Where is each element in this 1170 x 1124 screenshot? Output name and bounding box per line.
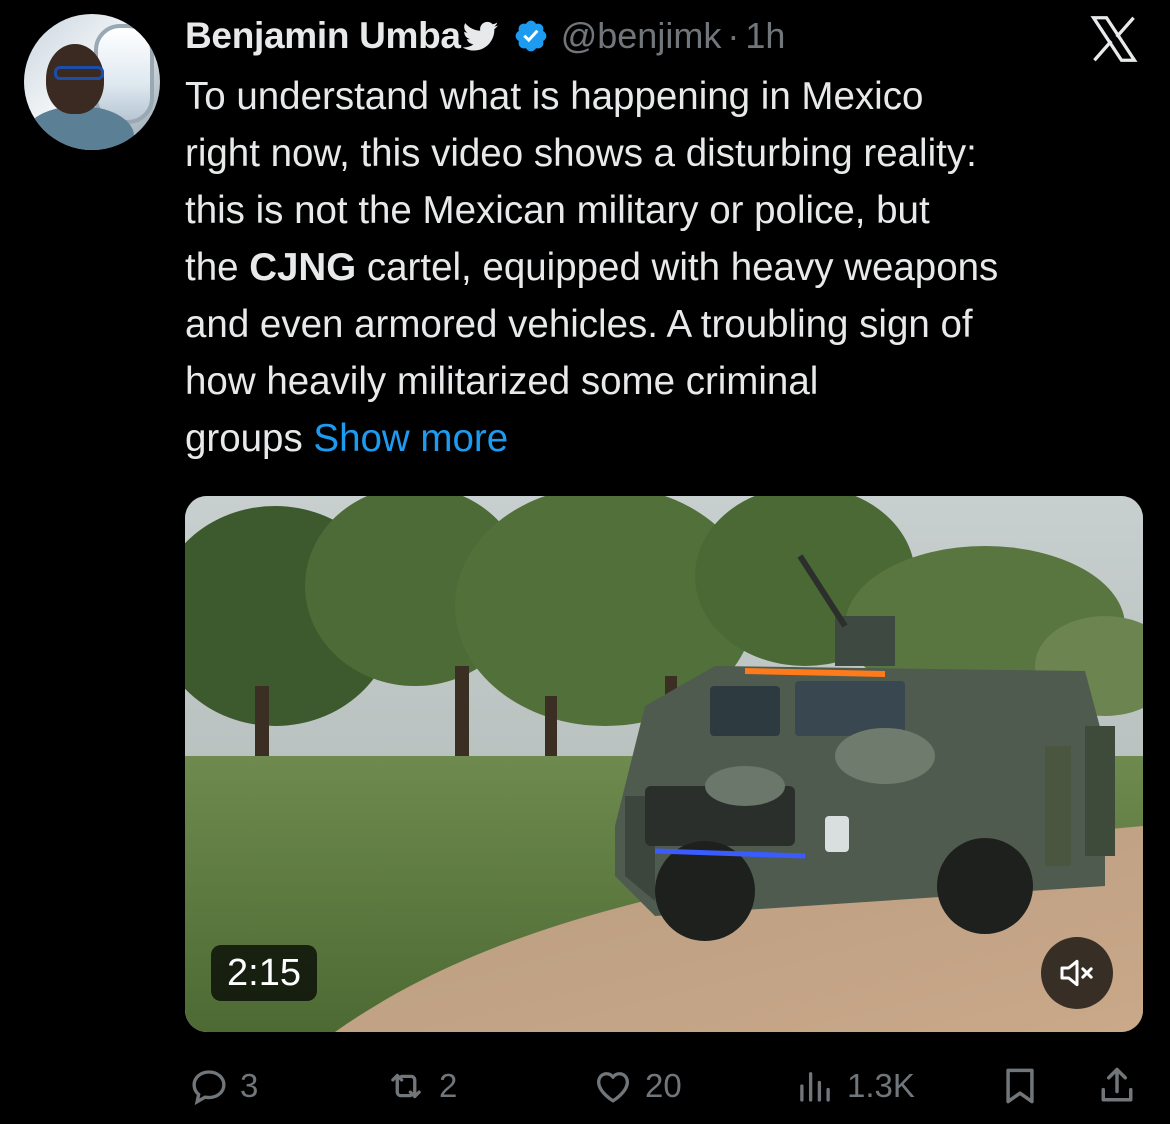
timestamp[interactable]: 1h xyxy=(745,15,785,57)
x-logo-icon xyxy=(1090,16,1138,62)
reply-count: 3 xyxy=(240,1067,259,1104)
show-more-link[interactable]: Show more xyxy=(313,417,508,460)
user-handle[interactable]: @benjimk xyxy=(561,15,722,57)
repost-icon xyxy=(391,1073,421,1099)
separator-dot: · xyxy=(727,15,740,56)
tweet-text-line: To understand what is happening in Mexic… xyxy=(185,75,924,118)
tweet-text-line: this is not the Mexican military or poli… xyxy=(185,189,930,232)
views-bar-chart-icon xyxy=(800,1072,830,1102)
video-frame xyxy=(185,496,1143,1032)
text-fragment: groups xyxy=(185,417,314,460)
tweet-text-line: right now, this video shows a disturbing… xyxy=(185,132,977,175)
tweet-text: To understand what is happening in Mexic… xyxy=(185,68,1155,467)
repost-count: 2 xyxy=(439,1067,458,1104)
heart-icon xyxy=(596,1072,630,1103)
tweet-text-line: groups Show more xyxy=(185,410,1155,467)
tweet[interactable]: Benjamin Umba @benjimk · 1h To understan… xyxy=(0,0,1170,1124)
view-count: 1.3K xyxy=(847,1067,915,1104)
video-player[interactable] xyxy=(185,496,1143,1032)
reply-icon xyxy=(192,1070,226,1106)
speaker-muted-icon xyxy=(1060,959,1093,987)
like-count: 20 xyxy=(645,1067,682,1104)
verified-badge-icon xyxy=(515,20,547,52)
avatar[interactable] xyxy=(24,14,160,150)
tweet-actions-bar: 3 2 20 1.3K xyxy=(185,1056,1145,1116)
mute-toggle-button[interactable] xyxy=(1041,937,1113,1009)
bird-icon xyxy=(462,21,499,51)
avatar-glasses xyxy=(54,66,104,80)
share-icon xyxy=(1101,1067,1133,1102)
views-button[interactable]: 1.3K xyxy=(793,1056,915,1116)
tweet-header: Benjamin Umba @benjimk · 1h xyxy=(185,12,785,60)
tweet-text-line: the CJNG cartel, equipped with heavy wea… xyxy=(185,239,1155,296)
video-duration-badge: 2:15 xyxy=(211,945,317,1001)
tweet-text-line: and even armored vehicles. A troubling s… xyxy=(185,303,973,346)
like-button[interactable]: 20 xyxy=(591,1056,682,1116)
text-fragment: cartel, equipped with heavy weapons xyxy=(356,246,999,289)
display-name[interactable]: Benjamin Umba xyxy=(185,15,461,57)
repost-button[interactable]: 2 xyxy=(383,1056,457,1116)
bookmark-button[interactable] xyxy=(998,1056,1042,1116)
tweet-text-line: how heavily militarized some criminal xyxy=(185,360,819,403)
text-fragment: the xyxy=(185,246,250,289)
reply-button[interactable]: 3 xyxy=(188,1056,258,1116)
bold-text-cjng: CJNG xyxy=(249,246,357,289)
share-button[interactable] xyxy=(1095,1056,1139,1116)
bookmark-icon xyxy=(1006,1068,1034,1104)
